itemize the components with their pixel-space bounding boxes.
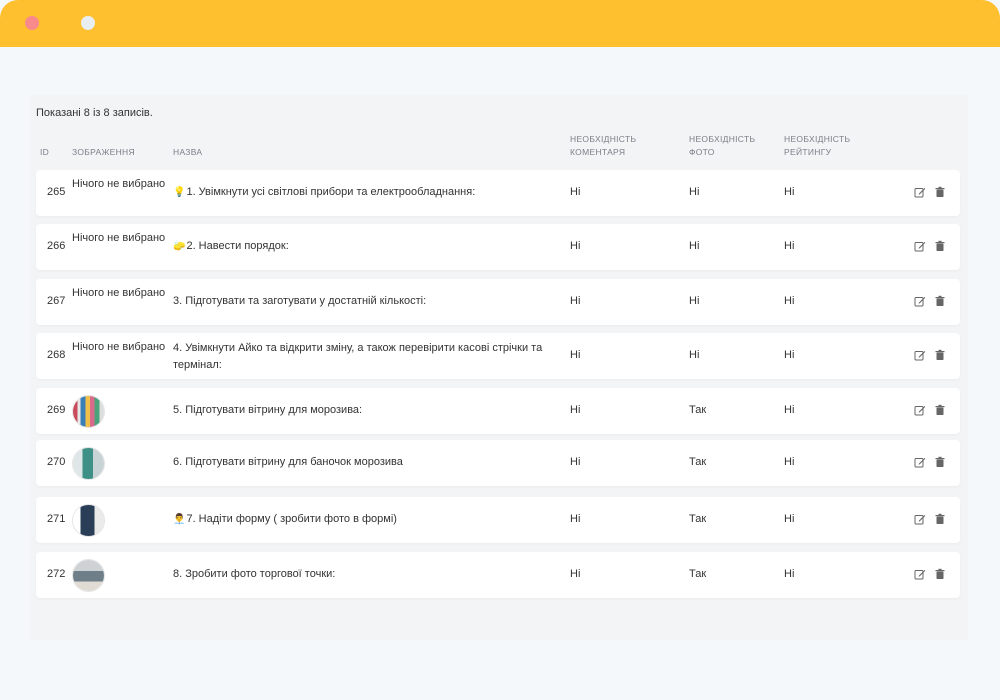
column-header-id[interactable]: ID bbox=[40, 146, 49, 159]
rating-required-value: Ні bbox=[784, 295, 795, 307]
row-id: 271 bbox=[47, 513, 66, 525]
edit-icon[interactable] bbox=[914, 295, 926, 307]
task-emoji-icon: 💡 bbox=[173, 187, 186, 198]
table-row[interactable]: 268 Нічого не вибрано 4. Увімкнути Айко та… bbox=[36, 333, 960, 379]
task-name-text: 7. Надіти форму ( зробити фото в формі) bbox=[186, 513, 397, 525]
trash-icon[interactable] bbox=[934, 568, 946, 580]
row-id: 269 bbox=[47, 404, 66, 416]
comment-required-value: Ні bbox=[570, 513, 581, 525]
trash-icon[interactable] bbox=[934, 349, 946, 361]
edit-icon[interactable] bbox=[914, 186, 926, 198]
records-summary: Показані 8 із 8 записів. bbox=[36, 107, 153, 119]
edit-icon[interactable] bbox=[914, 456, 926, 468]
column-header-comment-required[interactable]: НЕОБХІДНІСТЬ КОМЕНТАРЯ bbox=[570, 133, 670, 159]
photo-required-value: Так bbox=[689, 404, 707, 416]
table-row[interactable]: 265 Нічого не вибрано 💡1. Увімкнути усі св… bbox=[36, 170, 960, 216]
trash-icon[interactable] bbox=[934, 513, 946, 525]
table-row[interactable]: 267 Нічого не вибрано 3. Підготувати та за… bbox=[36, 279, 960, 325]
task-name-text: 4. Увімкнути Айко та відкрити зміну, а т… bbox=[173, 342, 543, 371]
column-header-photo-required[interactable]: НЕОБХІДНІСТЬ ФОТО bbox=[689, 133, 769, 159]
task-name-text: 3. Підготувати та заготувати у достатній… bbox=[173, 295, 427, 307]
task-name: 💡1. Увімкнути усі світлові прибори та ел… bbox=[173, 184, 568, 201]
table-row[interactable]: 271 👨‍💼7. Надіти форму ( зробити фото в ф… bbox=[36, 497, 960, 543]
image-placeholder-text: Нічого не вибрано bbox=[72, 341, 166, 353]
rating-required-value: Ні bbox=[784, 240, 795, 252]
trash-icon[interactable] bbox=[934, 404, 946, 416]
image-placeholder-text: Нічого не вибрано bbox=[72, 232, 166, 244]
edit-icon[interactable] bbox=[914, 404, 926, 416]
trash-icon[interactable] bbox=[934, 456, 946, 468]
photo-required-value: Ні bbox=[689, 349, 700, 361]
table-row[interactable]: 266 Нічого не вибрано 🧽2. Навести порядок:… bbox=[36, 224, 960, 270]
comment-required-value: Ні bbox=[570, 186, 581, 198]
rating-required-value: Ні bbox=[784, 186, 795, 198]
comment-required-value: Ні bbox=[570, 349, 581, 361]
photo-required-value: Так bbox=[689, 568, 707, 580]
trash-icon[interactable] bbox=[934, 240, 946, 252]
task-name-text: 2. Навести порядок: bbox=[186, 240, 289, 252]
photo-required-value: Так bbox=[689, 513, 707, 525]
column-header-name[interactable]: НАЗВА bbox=[173, 146, 202, 159]
task-name: 4. Увімкнути Айко та відкрити зміну, а т… bbox=[173, 340, 568, 374]
comment-required-value: Ні bbox=[570, 456, 581, 468]
window-titlebar bbox=[0, 0, 1000, 47]
column-header-rating-required[interactable]: НЕОБХІДНІСТЬ РЕЙТИНГУ bbox=[784, 133, 874, 159]
column-header-image[interactable]: ЗОБРАЖЕННЯ bbox=[72, 146, 135, 159]
task-thumbnail[interactable] bbox=[72, 447, 105, 480]
rating-required-value: Ні bbox=[784, 349, 795, 361]
task-name-text: 6. Підготувати вітрину для баночок мороз… bbox=[173, 456, 403, 468]
row-id: 266 bbox=[47, 240, 66, 252]
task-thumbnail[interactable] bbox=[72, 395, 105, 428]
task-name-text: 8. Зробити фото торгової точки: bbox=[173, 568, 336, 580]
rating-required-value: Ні bbox=[784, 456, 795, 468]
table-row[interactable]: 272 8. Зробити фото торгової точки: Ні Так Н… bbox=[36, 552, 960, 598]
edit-icon[interactable] bbox=[914, 568, 926, 580]
window-close-dot[interactable] bbox=[25, 16, 39, 30]
task-name: 5. Підготувати вітрину для морозива: bbox=[173, 402, 568, 419]
photo-required-value: Ні bbox=[689, 240, 700, 252]
task-thumbnail[interactable] bbox=[72, 559, 105, 592]
photo-required-value: Так bbox=[689, 456, 707, 468]
task-name-text: 1. Увімкнути усі світлові прибори та еле… bbox=[186, 186, 476, 198]
task-name-text: 5. Підготувати вітрину для морозива: bbox=[173, 404, 363, 416]
task-name: 🧽2. Навести порядок: bbox=[173, 238, 568, 255]
comment-required-value: Ні bbox=[570, 240, 581, 252]
task-thumbnail[interactable] bbox=[72, 504, 105, 537]
row-id: 267 bbox=[47, 295, 66, 307]
image-placeholder-text: Нічого не вибрано bbox=[72, 287, 166, 299]
row-id: 270 bbox=[47, 456, 66, 468]
task-emoji-icon: 🧽 bbox=[173, 241, 186, 252]
table-header: ID ЗОБРАЖЕННЯ НАЗВА НЕОБХІДНІСТЬ КОМЕНТА… bbox=[36, 130, 960, 160]
task-emoji-icon: 👨‍💼 bbox=[173, 514, 186, 525]
rating-required-value: Ні bbox=[784, 404, 795, 416]
row-id: 268 bbox=[47, 349, 66, 361]
comment-required-value: Ні bbox=[570, 404, 581, 416]
rating-required-value: Ні bbox=[784, 568, 795, 580]
edit-icon[interactable] bbox=[914, 513, 926, 525]
table-row[interactable]: 269 5. Підготувати вітрину для морозива: Н… bbox=[36, 388, 960, 434]
row-id: 265 bbox=[47, 186, 66, 198]
task-name: 8. Зробити фото торгової точки: bbox=[173, 566, 568, 583]
photo-required-value: Ні bbox=[689, 186, 700, 198]
task-name: 6. Підготувати вітрину для баночок мороз… bbox=[173, 454, 568, 471]
window-minimize-dot[interactable] bbox=[81, 16, 95, 30]
image-placeholder-text: Нічого не вибрано bbox=[72, 178, 166, 190]
row-id: 272 bbox=[47, 568, 66, 580]
rating-required-value: Ні bbox=[784, 513, 795, 525]
comment-required-value: Ні bbox=[570, 568, 581, 580]
edit-icon[interactable] bbox=[914, 240, 926, 252]
trash-icon[interactable] bbox=[934, 295, 946, 307]
table-row[interactable]: 270 6. Підготувати вітрину для баночок мо… bbox=[36, 440, 960, 486]
comment-required-value: Ні bbox=[570, 295, 581, 307]
task-name: 3. Підготувати та заготувати у достатній… bbox=[173, 293, 568, 310]
trash-icon[interactable] bbox=[934, 186, 946, 198]
task-name: 👨‍💼7. Надіти форму ( зробити фото в форм… bbox=[173, 511, 568, 528]
edit-icon[interactable] bbox=[914, 349, 926, 361]
photo-required-value: Ні bbox=[689, 295, 700, 307]
